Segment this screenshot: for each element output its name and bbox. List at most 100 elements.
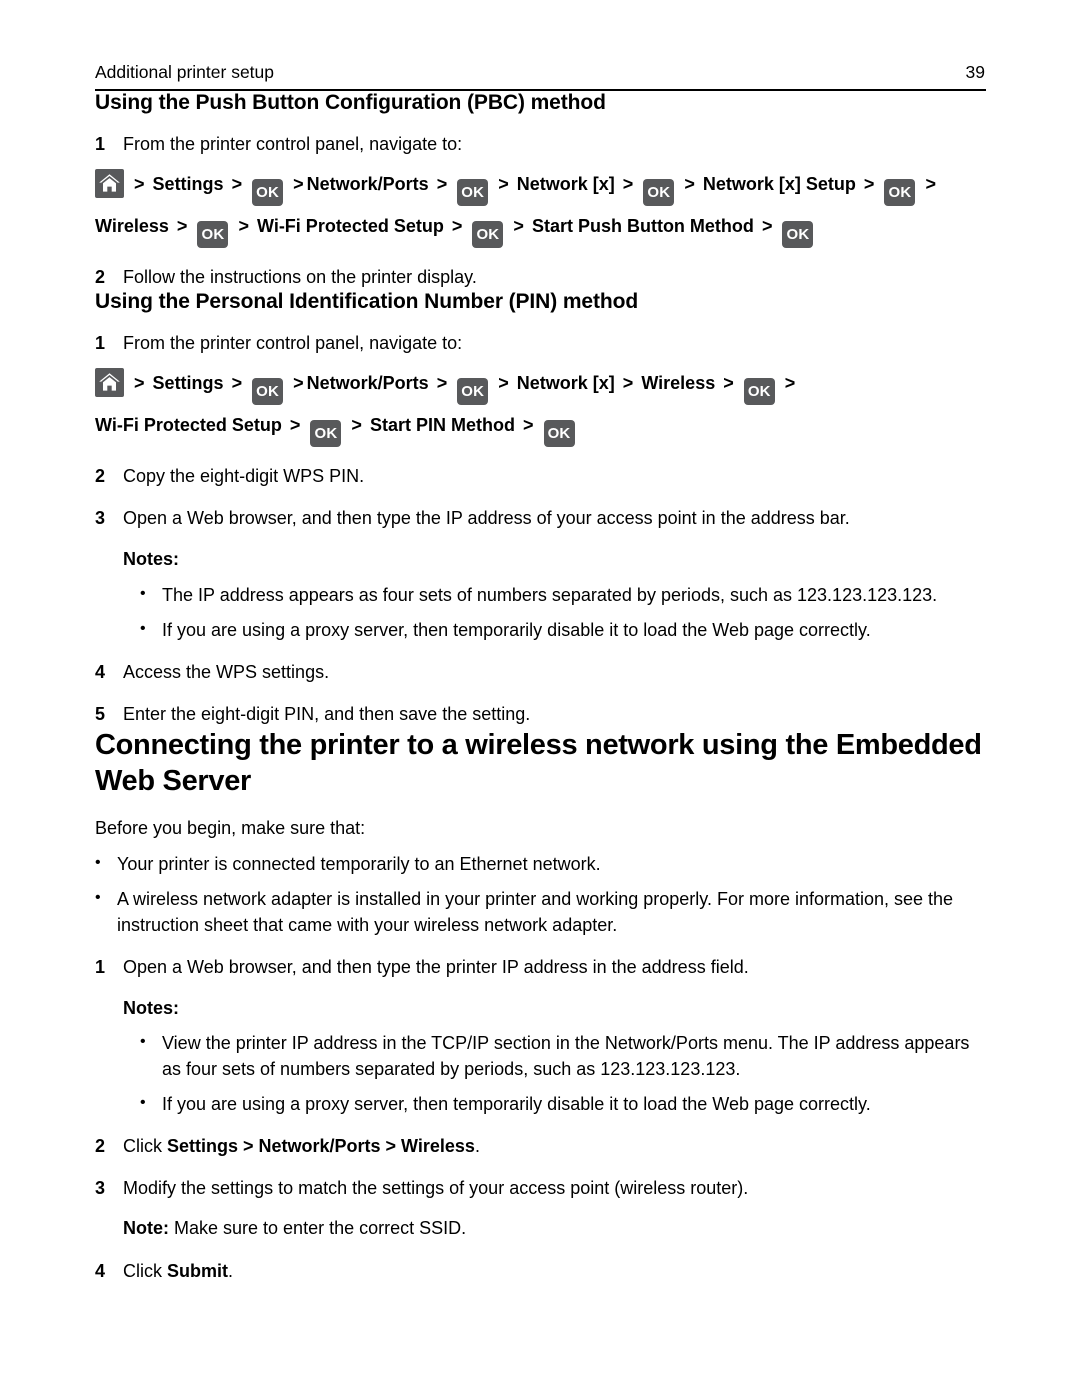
pbc-step-1: 1 From the printer control panel, naviga…	[95, 131, 985, 157]
list-item: If you are using a proxy server, then te…	[140, 617, 985, 643]
path-separator: >	[134, 373, 145, 394]
path-separator: >	[134, 174, 145, 195]
step-text: Access the WPS settings.	[123, 661, 330, 682]
ok-icon: OK	[782, 221, 814, 249]
path-segment-network-x: Network [x]	[516, 174, 615, 195]
step-text: From the printer control panel, navigate…	[123, 134, 463, 154]
note-text: If you are using a proxy server, then te…	[162, 619, 871, 640]
list-item: If you are using a proxy server, then te…	[140, 1091, 985, 1117]
path-separator: >	[231, 373, 243, 394]
path-separator: >	[498, 174, 509, 195]
pin-notes-list: The IP address appears as four sets of n…	[140, 582, 985, 643]
bullet-icon	[140, 582, 162, 605]
prerequisite-text: A wireless network adapter is installed …	[117, 888, 954, 935]
step-text: Enter the eight‑digit PIN, and then save…	[123, 703, 531, 724]
step-text: Click Submit.	[123, 1258, 985, 1284]
step-suffix: .	[474, 1136, 480, 1157]
ews-step-1: 1 Open a Web browser, and then type the …	[95, 954, 985, 980]
pin-step-1: 1 From the printer control panel, naviga…	[95, 330, 985, 356]
path-separator: >	[436, 373, 448, 394]
ok-icon: OK	[252, 179, 284, 207]
path-segment-network-ports: Network/Ports	[306, 174, 429, 195]
path-segment-settings: Settings	[152, 373, 224, 394]
ok-icon: OK	[252, 378, 284, 406]
bullet-icon	[140, 1091, 162, 1114]
ok-icon: OK	[543, 420, 575, 448]
ews-prerequisites-list: Your printer is connected temporarily to…	[95, 851, 985, 938]
path-separator: >	[176, 216, 188, 237]
pin-step-3: 3 Open a Web browser, and then type the …	[95, 505, 985, 531]
step-number: 2	[95, 267, 106, 288]
step-number: 4	[95, 1260, 106, 1281]
path-separator: >	[622, 373, 634, 394]
step-number: 5	[95, 703, 106, 724]
document-page: Additional printer setup 39 Using the Pu…	[0, 0, 1080, 1397]
path-separator: >	[863, 174, 875, 195]
home-icon	[95, 169, 124, 199]
step-text: From the printer control panel, navigate…	[123, 333, 463, 354]
note-text: Make sure to enter the correct SSID.	[169, 1218, 467, 1239]
note-label: Note:	[123, 1218, 169, 1239]
note-text: The IP address appears as four sets of n…	[162, 584, 938, 605]
home-icon	[95, 368, 124, 398]
path-segment-wifi-protected-setup: Wi‑Fi Protected Setup	[256, 216, 444, 237]
path-separator: >	[289, 415, 301, 436]
pin-navigation-path: > Settings > OK > Network/Ports > OK > Ne…	[95, 363, 985, 448]
step-number: 4	[95, 661, 106, 682]
ok-icon: OK	[884, 179, 916, 207]
ok-icon: OK	[457, 378, 489, 406]
pbc-navigation-path: > Settings > OK > Network/Ports > OK > Ne…	[95, 164, 985, 249]
step-number: 2	[95, 466, 106, 487]
path-separator: >	[684, 174, 695, 195]
ok-icon: OK	[743, 378, 775, 406]
pin-step-5: 5 Enter the eight‑digit PIN, and then sa…	[95, 701, 985, 727]
pin-section-heading: Using the Personal Identification Number…	[95, 290, 639, 314]
pbc-step-2: 2 Follow the instructions on the printer…	[95, 264, 985, 290]
path-segment-wireless: Wireless	[641, 373, 716, 394]
path-segment-start-pin-method: Start PIN Method	[369, 415, 515, 436]
step-number: 1	[95, 956, 106, 977]
path-separator: >	[498, 373, 509, 394]
path-separator: >	[925, 174, 936, 195]
list-item: A wireless network adapter is installed …	[95, 886, 985, 938]
step-number: 1	[95, 333, 106, 354]
path-separator: >	[293, 174, 304, 195]
ews-section-heading: Connecting the printer to a wireless net…	[95, 728, 982, 798]
pbc-section-heading: Using the Push Button Configuration (PBC…	[95, 91, 606, 114]
path-separator: >	[522, 415, 534, 436]
path-separator: >	[761, 216, 773, 237]
ews-step-4: 4 Click Submit.	[95, 1258, 985, 1284]
bullet-icon	[95, 886, 117, 909]
path-separator: >	[513, 216, 524, 237]
step-number: 2	[95, 1136, 106, 1157]
step-number: 3	[95, 1178, 106, 1199]
step-prefix: Click	[123, 1136, 167, 1157]
step-text: Open a Web browser, and then type the pr…	[123, 956, 749, 977]
ok-icon: OK	[197, 221, 229, 249]
list-item: Your printer is connected temporarily to…	[95, 851, 985, 877]
step-text: Follow the instructions on the printer d…	[123, 267, 477, 288]
prerequisite-text: Your printer is connected temporarily to…	[117, 853, 601, 874]
header-title: Additional printer setup	[95, 62, 274, 82]
bullet-icon	[140, 617, 162, 640]
path-segment-wireless: Wireless	[95, 216, 169, 237]
path-separator: >	[351, 415, 362, 436]
ok-icon: OK	[472, 221, 504, 249]
ews-notes-list: View the printer IP address in the TCP/I…	[140, 1030, 985, 1117]
menu-path-bold: Settings > Network/Ports > Wireless	[167, 1136, 475, 1157]
path-separator: >	[436, 174, 448, 195]
step-prefix: Click	[123, 1260, 167, 1281]
path-separator: >	[231, 174, 243, 195]
list-item: The IP address appears as four sets of n…	[140, 582, 985, 608]
page-number: 39	[965, 62, 985, 82]
note-text: View the printer IP address in the TCP/I…	[162, 1033, 970, 1080]
ok-icon: OK	[310, 420, 342, 448]
ews-inline-note: Note: Make sure to enter the correct SSI…	[123, 1215, 985, 1241]
step-text: Modify the settings to match the setting…	[123, 1178, 749, 1199]
path-separator: >	[723, 373, 734, 394]
submit-bold: Submit	[167, 1260, 228, 1281]
path-segment-network-x-setup: Network [x] Setup	[702, 174, 856, 195]
ews-notes-label: Notes:	[123, 997, 180, 1018]
path-separator: >	[238, 216, 249, 237]
ews-step-3: 3 Modify the settings to match the setti…	[95, 1175, 985, 1201]
